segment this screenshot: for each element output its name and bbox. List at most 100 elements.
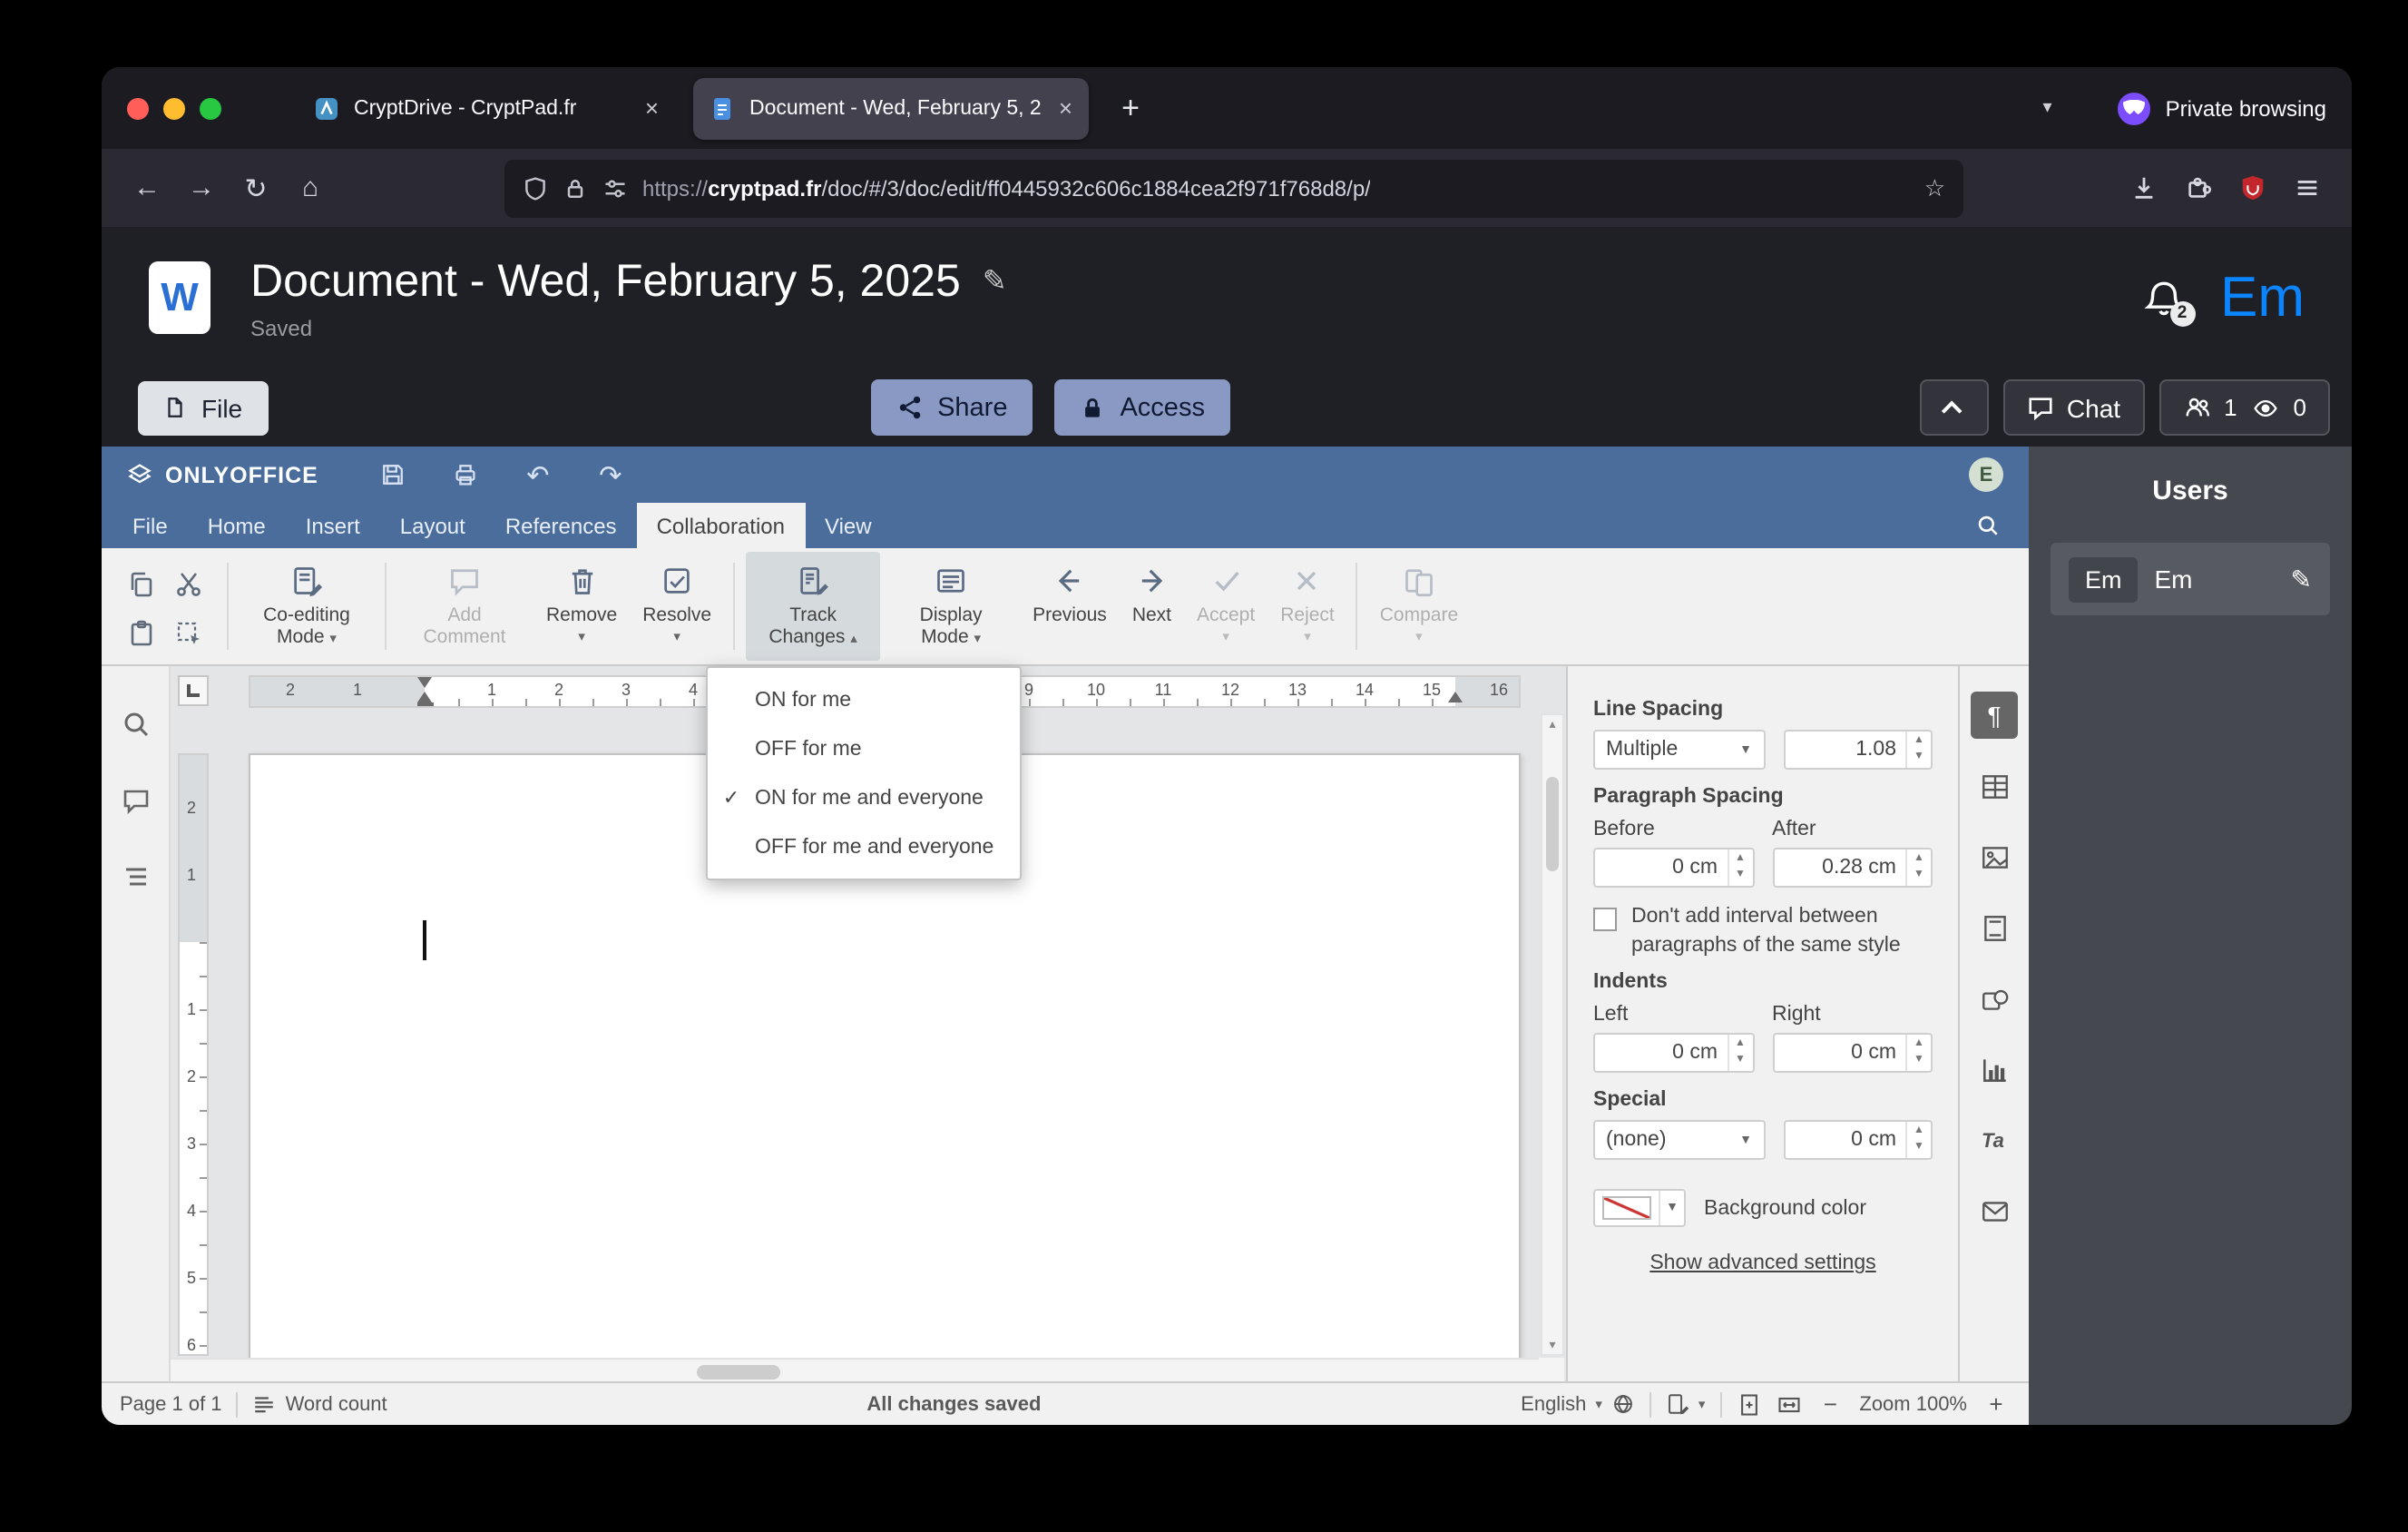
oo-menu-tab-view[interactable]: View — [805, 503, 892, 548]
track-menu-item[interactable]: OFF for me — [708, 724, 1020, 773]
indent-right-spinner[interactable]: 0 cm ▲ ▼ — [1772, 1033, 1933, 1074]
spinner-arrows-icon[interactable]: ▲ ▼ — [1905, 732, 1931, 768]
paragraph-settings-icon[interactable]: ¶ — [1971, 692, 2018, 739]
line-spacing-amount-spinner[interactable]: 1.08 ▲ ▼ — [1783, 730, 1933, 770]
oo-menu-tab-references[interactable]: References — [485, 503, 637, 548]
lock-icon[interactable] — [563, 175, 588, 201]
chart-settings-icon[interactable] — [1971, 1046, 2018, 1093]
coediting-mode-button[interactable]: Co-editing Mode ▾ — [240, 552, 374, 661]
next-change-button[interactable]: Next — [1121, 552, 1182, 661]
menu-hamburger-icon[interactable] — [2279, 161, 2334, 215]
hanging-indent-marker[interactable] — [417, 684, 432, 702]
cut-icon[interactable] — [174, 570, 207, 603]
indent-left-spinner[interactable]: 0 cm ▲ ▼ — [1593, 1033, 1754, 1074]
shape-settings-icon[interactable] — [1971, 975, 2018, 1022]
track-menu-item[interactable]: ✓ ON for me and everyone — [708, 773, 1020, 822]
save-icon[interactable] — [369, 461, 416, 488]
track-menu-item[interactable]: OFF for me and everyone — [708, 822, 1020, 871]
close-tab-icon[interactable]: × — [645, 94, 659, 122]
track-changes-button[interactable]: Track Changes ▴ — [746, 552, 881, 661]
user-list-item[interactable]: Em Em ✎ — [2051, 543, 2330, 615]
text-art-settings-icon[interactable]: Ta — [1971, 1116, 2018, 1164]
paste-icon[interactable] — [127, 619, 160, 652]
new-tab-button[interactable]: + — [1103, 81, 1158, 135]
oo-menu-tab-layout[interactable]: Layout — [380, 503, 485, 548]
forward-icon[interactable]: → — [174, 161, 229, 215]
edit-title-pencil-icon[interactable]: ✎ — [983, 263, 1007, 300]
list-all-tabs-chevron-icon[interactable]: ▾ — [2024, 98, 2071, 118]
oo-menu-tab-insert[interactable]: Insert — [286, 503, 380, 548]
left-indent-marker[interactable] — [417, 702, 434, 706]
spinner-arrows-icon[interactable]: ▲ ▼ — [1905, 1122, 1931, 1159]
checkbox[interactable] — [1593, 908, 1617, 931]
page-title[interactable]: Document - Wed, February 5, 2025 — [250, 255, 961, 308]
special-indent-select[interactable]: (none) ▼ — [1593, 1120, 1765, 1161]
resolve-button[interactable]: Resolve ▾ — [631, 552, 722, 661]
oo-menu-tab-file[interactable]: File — [113, 503, 188, 548]
tab-document[interactable]: Document - Wed, February 5, 2 × — [693, 77, 1089, 139]
tracking-shield-icon[interactable] — [523, 175, 548, 201]
search-icon[interactable] — [1976, 514, 2000, 537]
users-presence-button[interactable]: 1 0 — [2158, 379, 2330, 436]
track-menu-item[interactable]: ON for me — [708, 675, 1020, 724]
edit-name-pencil-icon[interactable]: ✎ — [2291, 564, 2312, 594]
spinner-arrows-icon[interactable]: ▲ ▼ — [1727, 1035, 1752, 1072]
minimize-window-button[interactable] — [163, 97, 185, 119]
zoom-in-button[interactable]: + — [1982, 1390, 2011, 1418]
fit-page-icon[interactable] — [1736, 1391, 1761, 1417]
redo-icon[interactable]: ↷ — [587, 458, 634, 491]
maximize-window-button[interactable] — [200, 97, 221, 119]
select-all-icon[interactable] — [174, 619, 207, 652]
bookmark-star-icon[interactable]: ☆ — [1924, 173, 1945, 202]
display-mode-button[interactable]: Display Mode ▾ — [884, 552, 1018, 661]
image-settings-icon[interactable] — [1971, 833, 2018, 880]
find-icon[interactable] — [121, 710, 150, 739]
previous-change-button[interactable]: Previous — [1022, 552, 1118, 661]
scroll-up-icon[interactable]: ▴ — [1542, 717, 1562, 732]
mail-merge-icon[interactable] — [1971, 1187, 2018, 1234]
copy-icon[interactable] — [127, 570, 160, 603]
remove-button[interactable]: Remove ▾ — [535, 552, 628, 661]
tab-stop-selector[interactable] — [178, 675, 209, 706]
navigation-panel-icon[interactable] — [121, 862, 150, 891]
oo-menu-tab-home[interactable]: Home — [188, 503, 286, 548]
back-icon[interactable]: ← — [120, 161, 174, 215]
access-button[interactable]: Access — [1054, 379, 1230, 436]
chat-button[interactable]: Chat — [2002, 379, 2145, 436]
reload-icon[interactable]: ↻ — [229, 161, 283, 215]
ublock-icon[interactable] — [2225, 161, 2279, 215]
zoom-out-button[interactable]: − — [1816, 1390, 1845, 1418]
spinner-arrows-icon[interactable]: ▲ ▼ — [1905, 849, 1931, 886]
spinner-arrows-icon[interactable]: ▲ ▼ — [1905, 1035, 1931, 1072]
right-indent-marker[interactable] — [1448, 684, 1463, 702]
extensions-puzzle-icon[interactable] — [2170, 161, 2225, 215]
zoom-level[interactable]: Zoom 100% — [1859, 1393, 1967, 1415]
scroll-down-icon[interactable]: ▾ — [1542, 1338, 1562, 1352]
home-icon[interactable]: ⌂ — [283, 161, 338, 215]
fit-width-icon[interactable] — [1776, 1391, 1801, 1417]
scrollbar-thumb[interactable] — [697, 1364, 780, 1379]
collapse-toolbar-button[interactable] — [1919, 379, 1989, 436]
share-button[interactable]: Share — [870, 379, 1033, 436]
spacing-before-spinner[interactable]: 0 cm ▲ ▼ — [1593, 848, 1754, 888]
close-tab-icon[interactable]: × — [1059, 94, 1072, 122]
tab-cryptdrive[interactable]: CryptDrive - CryptPad.fr × — [298, 77, 675, 139]
word-count-button[interactable]: Word count — [253, 1392, 387, 1416]
print-icon[interactable] — [442, 461, 489, 488]
line-spacing-select[interactable]: Multiple ▼ — [1593, 730, 1765, 770]
permissions-icon[interactable] — [602, 175, 628, 201]
oo-menu-tab-collaboration[interactable]: Collaboration — [636, 503, 805, 548]
header-footer-settings-icon[interactable] — [1971, 904, 2018, 951]
ruler-vertical[interactable]: 2 1 1 2 3 4 5 6 — [178, 753, 209, 1356]
scrollbar-thumb[interactable] — [1546, 777, 1559, 871]
no-interval-option[interactable]: Don't add interval between paragraphs of… — [1593, 904, 1933, 960]
spacing-after-spinner[interactable]: 0.28 cm ▲ ▼ — [1772, 848, 1933, 888]
user-avatar[interactable]: Em — [2220, 265, 2305, 330]
downloads-icon[interactable] — [2116, 161, 2170, 215]
page-indicator[interactable]: Page 1 of 1 — [120, 1393, 222, 1415]
url-bar[interactable]: https://cryptpad.fr/doc/#/3/doc/edit/ff0… — [504, 159, 1963, 217]
spinner-arrows-icon[interactable]: ▲ ▼ — [1727, 849, 1752, 886]
close-window-button[interactable] — [127, 97, 149, 119]
vertical-scrollbar[interactable]: ▴ ▾ — [1541, 713, 1564, 1356]
table-settings-icon[interactable] — [1971, 762, 2018, 810]
